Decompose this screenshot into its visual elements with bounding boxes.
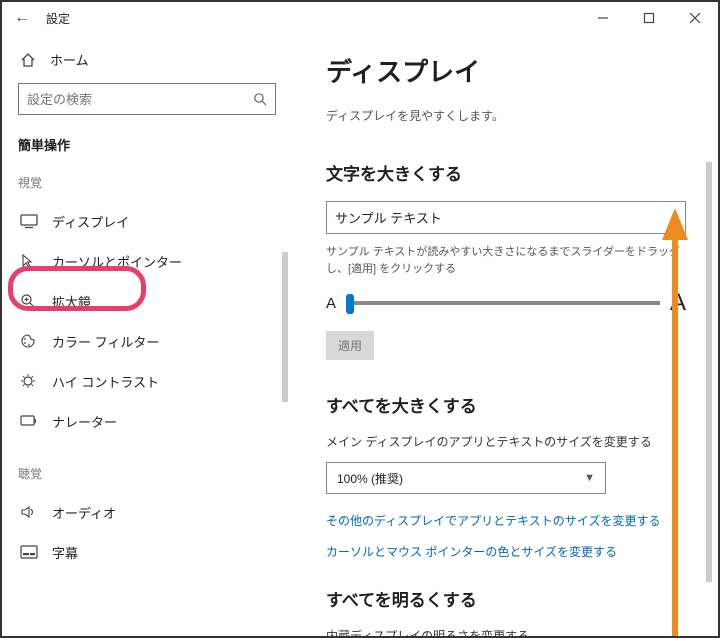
nav-label: 字幕 [52,543,78,562]
section-text-title: 文字を大きくする [326,160,690,185]
sidebar-item-magnifier[interactable]: 拡大鏡 [2,281,292,321]
sidebar-item-high-contrast[interactable]: ハイ コントラスト [2,361,292,401]
apply-button[interactable]: 適用 [326,331,374,360]
slider-thumb[interactable] [346,294,354,314]
sidebar-group-audio: 聴覚 [2,441,292,492]
sidebar-home[interactable]: ホーム [2,42,292,83]
sidebar-group-visual: 視覚 [2,174,292,201]
sidebar-item-captions[interactable]: 字幕 [2,532,292,572]
minimize-button[interactable] [580,2,626,34]
text-size-hint: サンプル テキストが読みやすい大きさになるまでスライダーをドラッグし、[適用] … [326,244,686,277]
scale-select[interactable]: 100% (推奨) ▼ [326,462,606,494]
link-cursor-pointer[interactable]: カーソルとマウス ポインターの色とサイズを変更する [326,543,690,560]
maximize-button[interactable] [626,2,672,34]
sidebar-section-title: 簡単操作 [2,133,292,174]
main-panel: ディスプレイ ディスプレイを見やすくします。 文字を大きくする サンプル テキス… [292,34,718,636]
scale-select-value: 100% (推奨) [337,470,403,487]
sidebar: ホーム 簡単操作 視覚 ディスプレイ カーソルとポインター 拡大鏡 [2,34,292,636]
nav-label: ディスプレイ [52,212,129,231]
captions-icon [20,545,38,559]
link-other-displays[interactable]: その他のディスプレイでアプリとテキストのサイズを変更する [326,512,690,529]
narrator-icon [20,413,38,429]
close-button[interactable] [672,2,718,34]
sidebar-item-color-filter[interactable]: カラー フィルター [2,321,292,361]
page-subtitle: ディスプレイを見やすくします。 [326,107,690,124]
display-icon [20,213,38,229]
nav-label: ナレーター [52,412,117,431]
nav-label: カラー フィルター [52,332,159,351]
text-size-slider-row: A A [326,289,686,317]
magnifier-icon [20,293,38,309]
search-icon [253,92,267,106]
sidebar-item-audio[interactable]: オーディオ [2,492,292,532]
scale-line: メイン ディスプレイのアプリとテキストのサイズを変更する [326,433,690,450]
back-button[interactable]: ← [14,9,42,27]
section-bright-title: すべてを明るくする [326,586,690,611]
nav-label: オーディオ [52,503,116,522]
sidebar-home-label: ホーム [50,50,89,69]
nav-label: カーソルとポインター [52,252,182,271]
sidebar-item-cursor[interactable]: カーソルとポインター [2,241,292,281]
sidebar-scrollbar[interactable] [282,252,288,402]
sidebar-item-narrator[interactable]: ナレーター [2,401,292,441]
audio-icon [20,504,38,520]
annotation-arrow-head [662,208,688,240]
sidebar-item-display[interactable]: ディスプレイ [2,201,292,241]
main-scrollbar[interactable] [706,162,712,582]
nav-label: ハイ コントラスト [52,372,159,391]
titlebar: ← 設定 [2,2,718,34]
cursor-icon [20,253,38,269]
slider-small-a: A [326,295,336,312]
search-input-wrap[interactable] [18,83,276,115]
nav-label: 拡大鏡 [52,292,91,311]
chevron-down-icon: ▼ [584,472,595,484]
annotation-arrow-stem [672,238,678,636]
text-size-slider[interactable] [346,301,660,305]
bright-line: 内蔵ディスプレイの明るさを変更する [326,627,690,636]
palette-icon [20,333,38,349]
home-icon [20,52,36,68]
contrast-icon [20,373,38,389]
search-input[interactable] [27,92,253,107]
section-scale-title: すべてを大きくする [326,392,690,417]
sample-text-box: サンプル テキスト [326,201,686,234]
page-title: ディスプレイ [326,52,690,89]
window-title: 設定 [46,10,70,27]
